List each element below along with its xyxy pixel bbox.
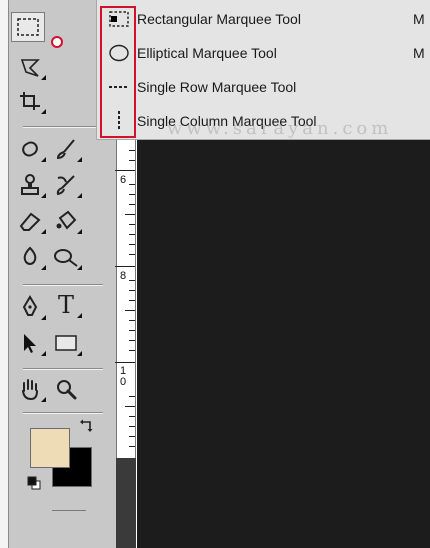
clone-stamp-tool-icon[interactable]	[13, 170, 47, 200]
ruler-shadow	[116, 458, 136, 548]
zoom-tool-icon[interactable]	[49, 374, 83, 404]
menu-item-label: Rectangular Marquee Tool	[137, 11, 301, 27]
toolbox-separator	[23, 284, 103, 286]
panel-edge	[0, 0, 8, 548]
pen-tool-icon[interactable]	[13, 292, 47, 322]
dodge-tool-icon[interactable]	[49, 242, 83, 272]
menu-item-label: Elliptical Marquee Tool	[137, 45, 277, 61]
icon-highlight-box	[100, 6, 136, 138]
lasso-tool-icon[interactable]	[13, 52, 47, 82]
type-tool-icon[interactable]: T	[49, 290, 83, 320]
toolbox-separator	[23, 126, 103, 128]
toolbox-separator	[23, 368, 103, 370]
history-brush-tool-icon[interactable]	[49, 170, 83, 200]
default-colors-icon[interactable]	[27, 476, 41, 490]
quick-mask-divider	[52, 510, 86, 511]
marquee-tool-flyout-menu: Rectangular Marquee Tool M Elliptical Ma…	[96, 0, 430, 140]
watermark: www.sarayan.com	[167, 118, 393, 139]
crop-tool-icon[interactable]	[13, 86, 47, 116]
marquee-tool-icon[interactable]	[11, 12, 45, 42]
swap-colors-icon[interactable]	[78, 418, 96, 436]
document-canvas[interactable]	[137, 140, 430, 548]
foreground-color-swatch[interactable]	[30, 428, 70, 468]
menu-item-label: Single Row Marquee Tool	[137, 79, 297, 95]
menu-item-shortcut: M	[413, 11, 425, 27]
menu-item-rectangular-marquee[interactable]: Rectangular Marquee Tool M	[97, 4, 430, 35]
path-selection-tool-icon[interactable]	[13, 328, 47, 358]
ruler-label: 6	[120, 174, 127, 186]
toolbox-separator	[23, 412, 103, 414]
ruler-label: 1 0	[120, 365, 127, 388]
menu-item-single-row-marquee[interactable]: Single Row Marquee Tool	[97, 72, 430, 103]
type-tool-glyph: T	[57, 291, 74, 319]
paint-bucket-tool-icon[interactable]	[49, 206, 83, 236]
menu-item-elliptical-marquee[interactable]: Elliptical Marquee Tool M	[97, 38, 430, 69]
rectangle-shape-tool-icon[interactable]	[49, 328, 83, 358]
badge-dot	[51, 36, 63, 48]
ruler-label: 8	[120, 270, 127, 282]
eraser-tool-icon[interactable]	[13, 206, 47, 236]
hand-tool-icon[interactable]	[13, 374, 47, 404]
blur-tool-icon[interactable]	[13, 242, 47, 272]
menu-item-shortcut: M	[413, 45, 425, 61]
healing-brush-tool-icon[interactable]	[13, 134, 47, 164]
brush-tool-icon[interactable]	[49, 134, 83, 164]
